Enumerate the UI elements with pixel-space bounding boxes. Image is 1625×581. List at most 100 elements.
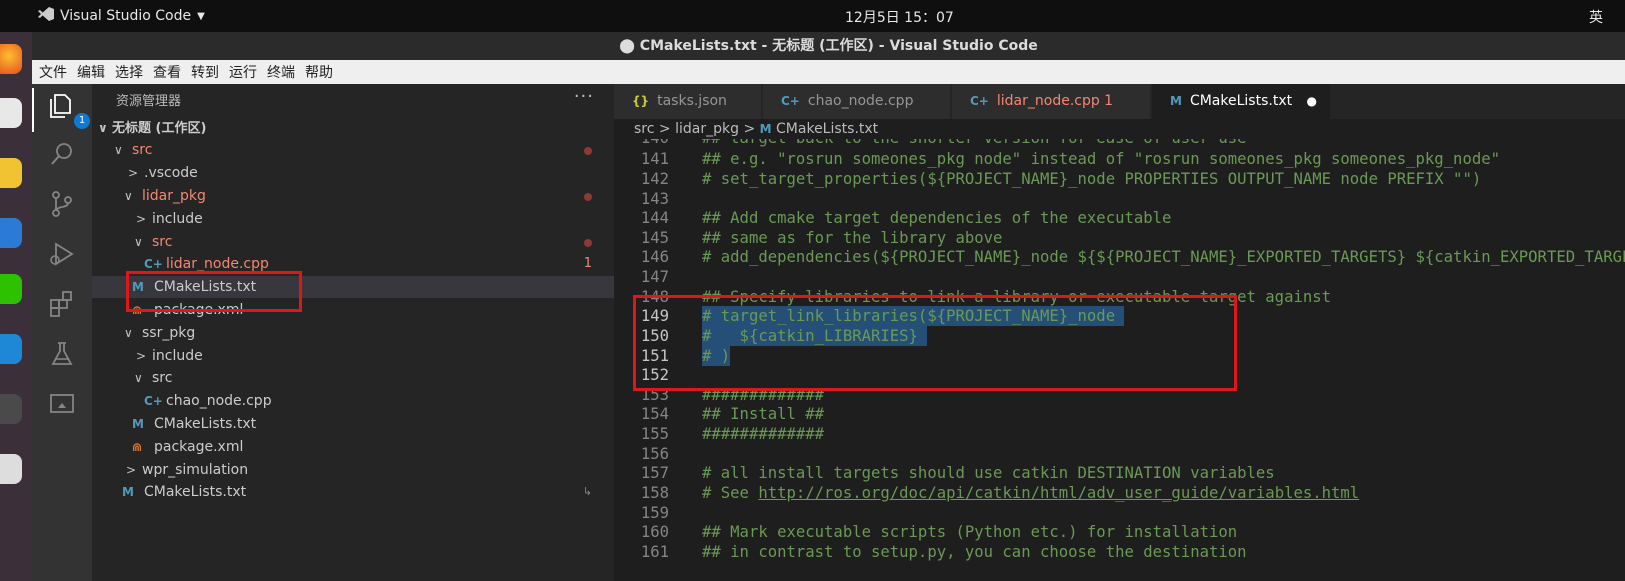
tree-file-cmakelists-root[interactable]: M CMakeLists.txt ↳	[92, 481, 614, 503]
menu-edit[interactable]: 编辑	[77, 62, 105, 82]
tree-item-label: package.xml	[154, 439, 244, 455]
line-number: 142	[640, 170, 669, 188]
line-number: 160	[640, 523, 669, 541]
code-link[interactable]: http://ros.org/doc/api/catkin/html/adv_u…	[758, 484, 1359, 502]
writer-icon[interactable]	[0, 218, 22, 248]
tree-file-chao-node[interactable]: C+ chao_node.cpp	[92, 390, 614, 412]
line-number: 157	[640, 464, 669, 482]
explorer-icon[interactable]: 1	[46, 90, 90, 129]
code-text: ## e.g. "rosrun someones_pkg node" inste…	[702, 150, 1500, 168]
tree-folder-vscode[interactable]: > .vscode	[92, 162, 614, 184]
breadcrumb-src[interactable]: src	[634, 121, 654, 137]
tree-file-package-xml-ssr[interactable]: ⋒ package.xml	[92, 436, 614, 458]
code-text: #############	[702, 425, 825, 443]
tree-folder-src[interactable]: ∨ src	[92, 139, 614, 161]
cpp-file-icon: C+	[781, 94, 800, 108]
modified-dot-icon	[584, 239, 592, 247]
menu-terminal[interactable]: 终端	[267, 62, 295, 82]
menu-go[interactable]: 转到	[191, 62, 219, 82]
annotation-box-explorer	[126, 271, 302, 312]
rss-xml-icon: ⋒	[132, 440, 143, 454]
chevron-down-icon: ∨	[134, 371, 143, 385]
code-text: ## Install ##	[702, 405, 825, 423]
tab-chao-node[interactable]: C+ chao_node.cpp	[763, 84, 950, 119]
tab-label: lidar_node.cpp 1	[996, 93, 1114, 109]
line-number: 154	[640, 405, 669, 423]
menu-bar: 文件 编辑 选择 查看 转到 运行 终端 帮助	[32, 60, 1625, 84]
app-name: Visual Studio Code	[60, 8, 192, 24]
more-actions-icon[interactable]: ···	[574, 86, 594, 107]
chevron-right-icon: >	[128, 166, 139, 180]
tree-folder-include-ssr[interactable]: > include	[92, 345, 614, 367]
markdown-file-icon: M	[122, 485, 134, 499]
explorer-badge: 1	[74, 113, 90, 129]
code-line: 161 ## in contrast to setup.py, you can c…	[614, 542, 1625, 562]
chevron-down-icon: ∨	[114, 143, 123, 157]
system-top-bar: Visual Studio Code ▼ 12月5日 15：07 英	[0, 0, 1625, 32]
workspace-root[interactable]: ∨ 无标题 (工作区)	[92, 117, 614, 139]
search-icon[interactable]	[46, 138, 78, 170]
tree-item-label: CMakeLists.txt	[144, 484, 247, 500]
line-number: 144	[640, 209, 669, 227]
code-line: 144 ## Add cmake target dependencies of t…	[614, 208, 1625, 228]
tab-cmakelists[interactable]: M CMakeLists.txt ●	[1152, 84, 1330, 119]
line-number: 161	[640, 543, 669, 561]
clock[interactable]: 12月5日 15：07	[845, 7, 954, 27]
unsaved-dot-icon[interactable]: ●	[1307, 94, 1317, 108]
vscode-dock-icon[interactable]	[0, 334, 22, 364]
code-line: 147	[614, 267, 1625, 287]
code-line: 157 # all install targets should use catk…	[614, 463, 1625, 483]
menu-run[interactable]: 运行	[229, 62, 257, 82]
breadcrumb-lidar-pkg[interactable]: lidar_pkg	[675, 121, 739, 137]
testing-flask-icon[interactable]	[46, 338, 78, 370]
ubuntu-dock	[0, 32, 32, 581]
terminal-icon[interactable]	[0, 394, 22, 424]
breadcrumb: src > lidar_pkg > M CMakeLists.txt	[614, 119, 1625, 139]
code-text: ## Add cmake target dependencies of the …	[702, 209, 1172, 227]
extensions-icon[interactable]	[46, 288, 78, 320]
tree-folder-src-lidar[interactable]: ∨ src	[92, 231, 614, 253]
tree-folder-src-ssr[interactable]: ∨ src	[92, 367, 614, 389]
source-control-icon[interactable]	[46, 188, 78, 220]
symlink-arrow-icon: ↳	[582, 485, 592, 498]
menu-view[interactable]: 查看	[153, 62, 181, 82]
breadcrumb-file[interactable]: CMakeLists.txt	[776, 121, 878, 137]
menu-help[interactable]: 帮助	[305, 62, 333, 82]
code-text: ## same as for the library above	[702, 229, 1003, 247]
chevron-down-icon: ∨	[134, 235, 143, 249]
tree-folder-ssr-pkg[interactable]: ∨ ssr_pkg	[92, 322, 614, 344]
code-line: 158 # See http://ros.org/doc/api/catkin/h…	[614, 483, 1625, 503]
wechat-icon[interactable]	[0, 274, 22, 304]
line-number: 140	[614, 139, 669, 148]
code-line: 142 # set_target_properties(${PROJECT_NAM…	[614, 169, 1625, 189]
tab-tasks-json[interactable]: {} tasks.json	[614, 84, 761, 119]
tree-item-label: src	[152, 370, 173, 386]
code-line: 146 # add_dependencies(${PROJECT_NAME}_no…	[614, 247, 1625, 267]
rhythmbox-icon[interactable]	[0, 158, 22, 188]
code-text: # add_dependencies(${PROJECT_NAME}_node …	[702, 248, 1625, 266]
chevron-down-icon: ∨	[124, 326, 133, 340]
tree-file-cmakelists-ssr[interactable]: M CMakeLists.txt	[92, 413, 614, 435]
remote-explorer-icon[interactable]	[46, 388, 78, 420]
code-line: 140 ## target back to the shorter version…	[614, 139, 1625, 148]
tree-item-label: ssr_pkg	[142, 325, 196, 341]
annotation-box-code	[633, 295, 1237, 391]
line-number: 158	[640, 484, 669, 502]
line-number: 155	[640, 425, 669, 443]
markdown-file-icon: M	[1170, 94, 1182, 108]
firefox-icon[interactable]	[0, 44, 22, 74]
disc-icon[interactable]	[0, 454, 22, 484]
menu-file[interactable]: 文件	[39, 62, 67, 82]
window-title: ⬤ CMakeLists.txt - 无标题 (工作区) - Visual St…	[32, 32, 1625, 60]
code-line: 155 #############	[614, 424, 1625, 444]
menu-selection[interactable]: 选择	[115, 62, 143, 82]
run-debug-icon[interactable]	[46, 238, 78, 270]
input-method-indicator[interactable]: 英	[1589, 7, 1603, 27]
files-icon[interactable]	[0, 98, 22, 128]
chevron-right-icon: >	[126, 463, 137, 477]
tree-folder-include[interactable]: > include	[92, 208, 614, 230]
app-menu[interactable]: Visual Studio Code ▼	[38, 7, 205, 25]
tab-lidar-node[interactable]: C+ lidar_node.cpp 1	[952, 84, 1150, 119]
tree-folder-wpr-simulation[interactable]: > wpr_simulation	[92, 459, 614, 481]
tree-folder-lidar-pkg[interactable]: ∨ lidar_pkg	[92, 185, 614, 207]
